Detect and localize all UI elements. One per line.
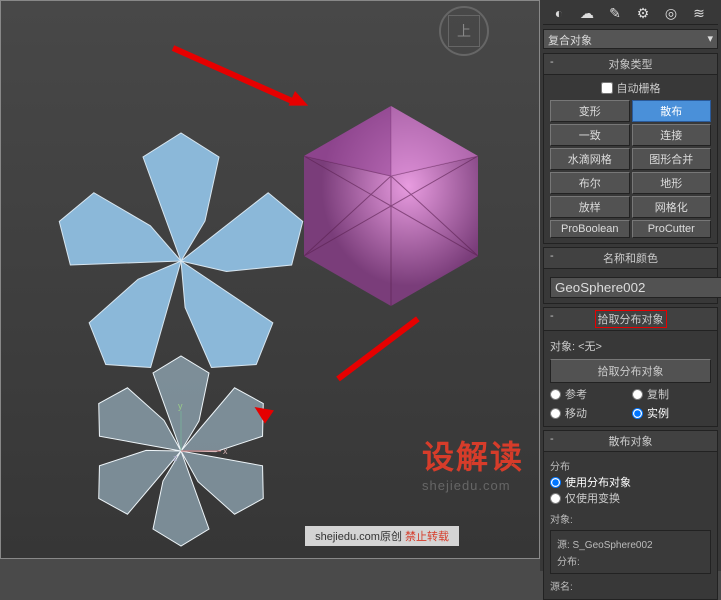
autogrid-checkbox[interactable] [601,82,613,94]
type-btn-网格化[interactable]: 网格化 [632,196,712,218]
clone-label: 参考 [565,386,587,402]
collapse-icon: - [550,310,554,322]
watermark-logo: 设解读 shejiedu.com [422,432,524,493]
object-type-grid: 变形散布一致连接水滴网格图形合并布尔地形放样网格化ProBooleanProCu… [550,100,711,238]
object-label: 对象: [550,341,575,353]
use-dist-object-label: 使用分布对象 [565,474,631,490]
geosphere-object [281,96,501,316]
paint-icon[interactable]: ✎ [607,5,623,21]
command-panel: ◐ ☁ ✎ ⚙ ◎ ≋ 复合对象 ▾ - 对象类型 自动栅格 变形散布一致连接水… [540,0,721,571]
layers-icon[interactable]: ☁ [579,5,595,21]
collapse-icon: - [550,250,554,262]
type-btn-水滴网格[interactable]: 水滴网格 [550,148,630,170]
viewcube-face-top[interactable]: 上 [448,15,480,47]
type-btn-图形合并[interactable]: 图形合并 [632,148,712,170]
watermark-bar-right: 禁止转载 [405,531,449,543]
collapse-icon: - [550,56,554,68]
clone-radio-复制[interactable] [632,389,643,400]
dist-line: 分布: [557,552,704,569]
pick-distribution-button[interactable]: 拾取分布对象 [550,359,711,383]
type-btn-procutter[interactable]: ProCutter [632,220,712,238]
rollout-object-type: - 对象类型 自动栅格 变形散布一致连接水滴网格图形合并布尔地形放样网格化Pro… [543,53,718,244]
clone-radio-参考[interactable] [550,389,561,400]
clone-label: 移动 [565,405,587,421]
category-dropdown[interactable]: 复合对象 ▾ [543,29,718,49]
viewcube[interactable]: 上 [439,6,489,56]
source-name-label: 源名: [550,577,711,594]
annotation-arrow-2 [336,316,419,381]
type-btn-放样[interactable]: 放样 [550,196,630,218]
type-btn-变形[interactable]: 变形 [550,100,630,122]
rollout-head-name-color[interactable]: - 名称和颜色 [544,248,717,269]
rollout-title: 散布对象 [609,436,653,448]
motion-icon[interactable]: ⚙ [635,5,651,21]
type-btn-散布[interactable]: 散布 [632,100,712,122]
type-btn-一致[interactable]: 一致 [550,124,630,146]
objects-label: 对象: [550,510,711,527]
svg-text:y: y [178,401,183,411]
rollout-head-scatter[interactable]: - 散布对象 [544,431,717,452]
rollout-head-pick-dist[interactable]: - 拾取分布对象 [544,308,717,331]
rollout-title: 对象类型 [609,59,653,71]
sphere-icon[interactable]: ◐ [551,5,567,21]
bottom-flower-object: y x z [81,351,281,551]
watermark-bar-left: shejiedu.com原创 [315,531,405,543]
display-icon[interactable]: ◎ [663,5,679,21]
autogrid-label: 自动栅格 [617,80,661,96]
clone-mode-radios: 参考 复制移动 实例 [550,386,711,421]
use-transform-only-radio[interactable] [550,493,561,504]
use-dist-object-radio[interactable] [550,477,561,488]
rollout-name-color: - 名称和颜色 [543,247,718,304]
rollout-pick-dist: - 拾取分布对象 对象: <无> 拾取分布对象 参考 复制移动 实例 [543,307,718,427]
panel-tab-bar: ◐ ☁ ✎ ⚙ ◎ ≋ [543,3,718,25]
rollout-title: 名称和颜色 [603,253,658,265]
svg-text:x: x [223,446,228,456]
utilities-icon[interactable]: ≋ [691,5,707,21]
svg-text:z: z [173,453,178,463]
clone-label: 复制 [647,386,669,402]
watermark-subtext: shejiedu.com [422,478,524,493]
dropdown-value: 复合对象 [548,35,592,47]
distribution-group-label: 分布 [550,457,711,474]
object-value: <无> [578,341,602,353]
clone-radio-实例[interactable] [632,408,643,419]
object-name-input[interactable] [550,277,721,298]
watermark-bar: shejiedu.com原创 禁止转载 [305,526,459,546]
source-list-box[interactable]: 源: S_GeoSphere002 分布: [550,530,711,574]
clone-label: 实例 [647,405,669,421]
rollout-scatter: - 散布对象 分布 使用分布对象 仅使用变换 对象: 源: S_GeoSpher… [543,430,718,600]
annotation-arrow-1 [172,45,298,105]
rollout-title-highlighted: 拾取分布对象 [595,310,667,328]
type-btn-布尔[interactable]: 布尔 [550,172,630,194]
source-line: 源: S_GeoSphere002 [557,535,704,552]
type-btn-proboolean[interactable]: ProBoolean [550,220,630,238]
collapse-icon: - [550,433,554,445]
rollout-head-object-type[interactable]: - 对象类型 [544,54,717,75]
type-btn-地形[interactable]: 地形 [632,172,712,194]
clone-radio-移动[interactable] [550,408,561,419]
watermark-text: 设解读 [422,432,524,478]
use-transform-only-label: 仅使用变换 [565,490,620,506]
chevron-down-icon: ▾ [707,32,713,45]
type-btn-连接[interactable]: 连接 [632,124,712,146]
viewport-3d[interactable]: 上 [0,0,540,559]
